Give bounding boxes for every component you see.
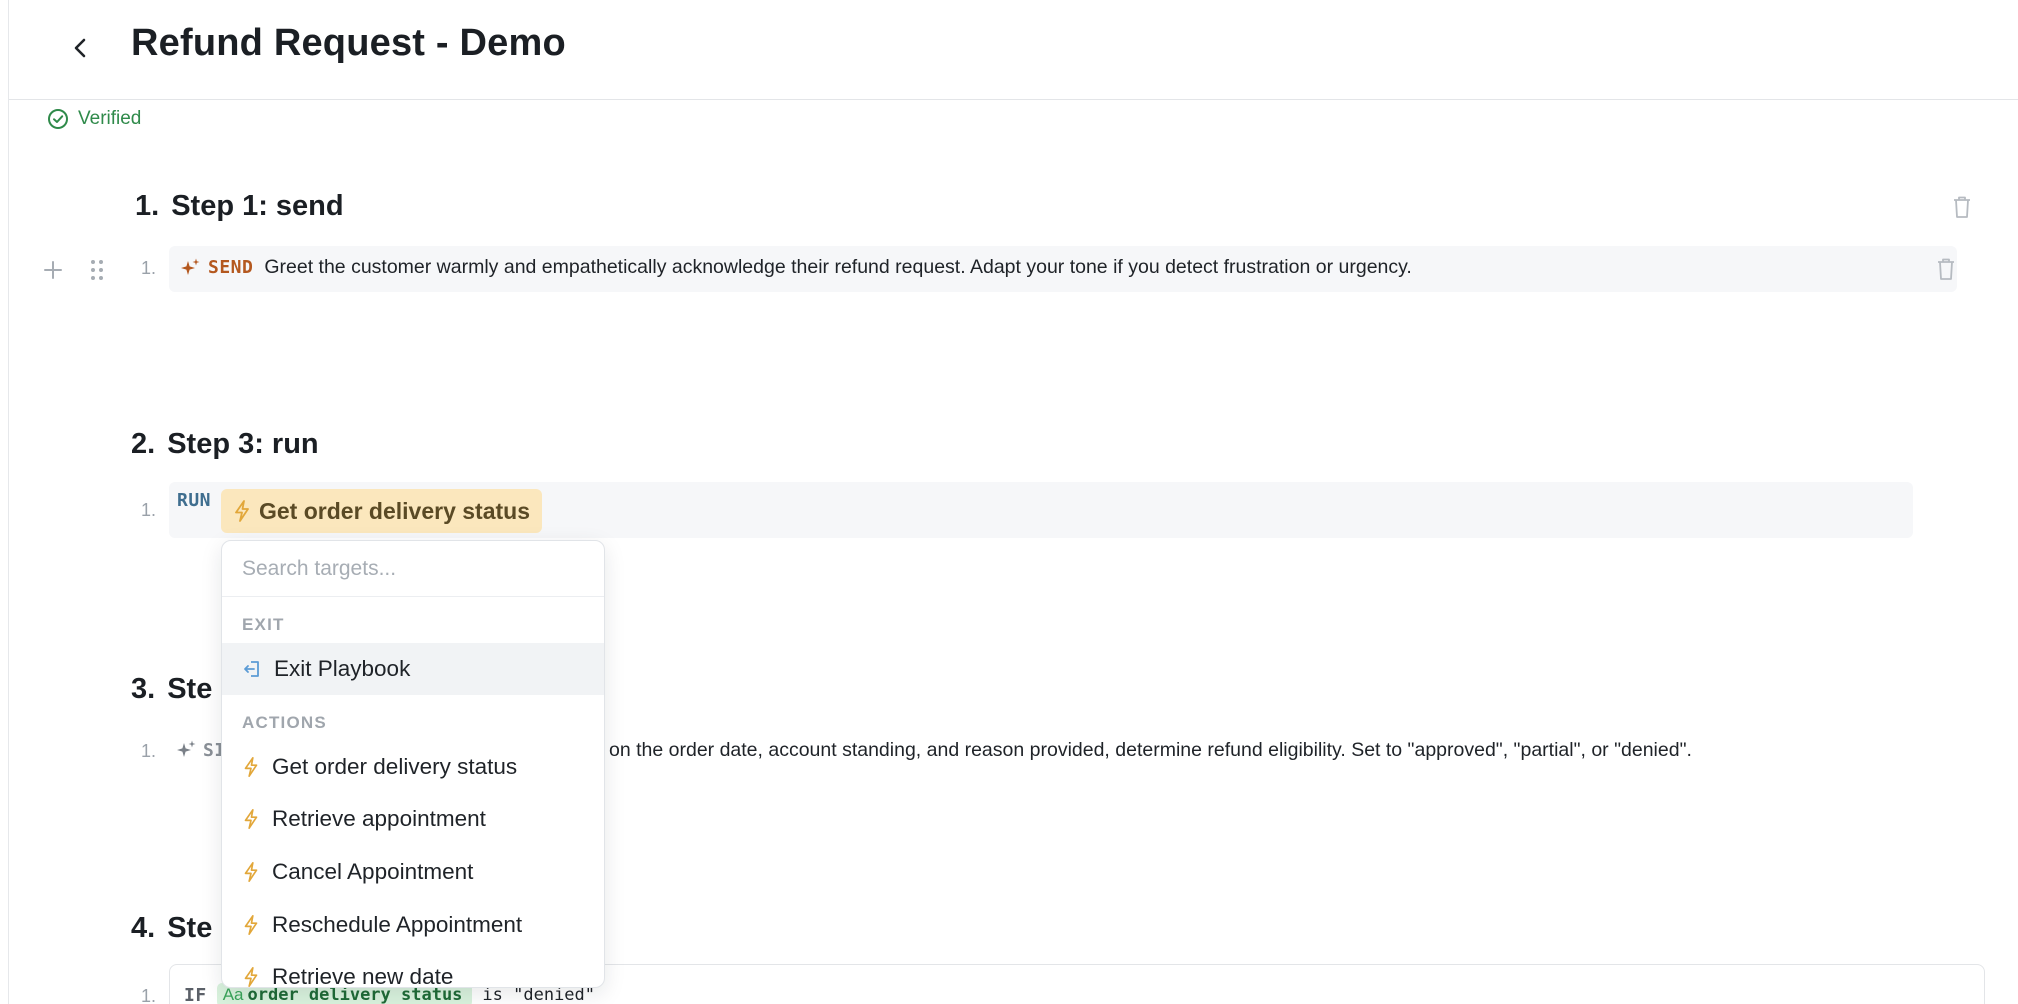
dropdown-item-label: Cancel Appointment (272, 859, 474, 884)
step-title: Ste (167, 673, 213, 705)
set-line-prefix: SI (175, 739, 226, 761)
dropdown-item-label: Exit Playbook (274, 656, 411, 681)
lightning-icon (235, 500, 249, 522)
send-message-text[interactable]: Greet the customer warmly and empathetic… (264, 256, 1412, 279)
verified-label: Verified (78, 108, 142, 129)
line-number: 1. (141, 741, 157, 761)
run-target-label: Get order delivery status (259, 497, 530, 524)
lightning-icon (244, 809, 258, 829)
page-header: Refund Request - Demo (9, 0, 2018, 100)
trash-icon (1938, 258, 1954, 280)
sparkle-icon (181, 258, 200, 275)
dropdown-item-label: Get order delivery status (272, 754, 518, 779)
sparkle-icon (177, 740, 196, 757)
dropdown-item-label: Retrieve appointment (272, 806, 486, 831)
step-title: Ste (167, 912, 213, 944)
step-heading-4[interactable]: 4. Ste (131, 912, 212, 945)
line-number: 1. (141, 258, 157, 278)
lightning-icon (244, 967, 258, 987)
delete-line-button[interactable] (1933, 255, 1959, 283)
step-title: Step 1: send (171, 190, 344, 222)
plus-icon (44, 261, 62, 279)
dropdown-item-cancel-appointment[interactable]: Cancel Appointment (222, 846, 604, 898)
exit-icon (244, 661, 259, 677)
lightning-icon (244, 862, 258, 882)
dropdown-item-get-order-delivery-status[interactable]: Get order delivery status (222, 741, 604, 793)
drag-handle[interactable] (85, 256, 109, 284)
drag-handle-icon (91, 260, 103, 280)
verified-status: Verified (47, 108, 141, 130)
lightning-icon (244, 915, 258, 935)
dropdown-item-label: Reschedule Appointment (272, 912, 523, 937)
step-heading-2[interactable]: 2. Step 3: run (131, 428, 319, 461)
step-title: Step 3: run (167, 428, 319, 460)
dropdown-item-reschedule-appointment[interactable]: Reschedule Appointment (222, 899, 604, 951)
if-keyword: IF (184, 984, 207, 1004)
delete-step-button[interactable] (1949, 193, 1975, 221)
target-dropdown[interactable]: EXIT Exit Playbook ACTIONS Get order del… (221, 540, 605, 988)
step-heading-1[interactable]: 1. Step 1: send (135, 190, 344, 223)
back-button[interactable] (61, 28, 101, 68)
section-label-actions: ACTIONS (242, 713, 327, 732)
add-line-button[interactable] (39, 256, 67, 284)
step-number: 3. (131, 673, 156, 705)
run-keyword: RUN (177, 490, 212, 511)
send-keyword: SEND (208, 257, 254, 278)
page-title: Refund Request - Demo (131, 22, 566, 64)
step-line-send[interactable]: SEND Greet the customer warmly and empat… (169, 246, 1957, 292)
run-target-chip[interactable]: Get order delivery status (221, 489, 542, 533)
playbook-editor: Refund Request - Demo Verified 1. Step 1… (8, 0, 2018, 1004)
search-targets-input[interactable] (222, 541, 604, 597)
step-number: 1. (135, 190, 160, 222)
step-number: 2. (131, 428, 156, 460)
chevron-left-icon (74, 38, 86, 58)
lightning-icon (244, 757, 258, 777)
set-instruction-text[interactable]: on the order date, account standing, and… (609, 739, 1692, 762)
dropdown-item-label: Retrieve new date (272, 964, 454, 988)
dropdown-item-exit-playbook[interactable]: Exit Playbook (222, 643, 604, 695)
trash-icon (1954, 196, 1970, 218)
check-circle-icon (48, 109, 68, 129)
section-label-exit: EXIT (242, 615, 285, 634)
line-number: 1. (141, 500, 157, 520)
step-heading-3[interactable]: 3. Ste (131, 673, 212, 706)
dropdown-item-retrieve-appointment[interactable]: Retrieve appointment (222, 793, 604, 845)
step-number: 4. (131, 912, 156, 944)
line-number: 1. (141, 986, 157, 1004)
dropdown-item-retrieve-new-date[interactable]: Retrieve new date (222, 951, 604, 988)
